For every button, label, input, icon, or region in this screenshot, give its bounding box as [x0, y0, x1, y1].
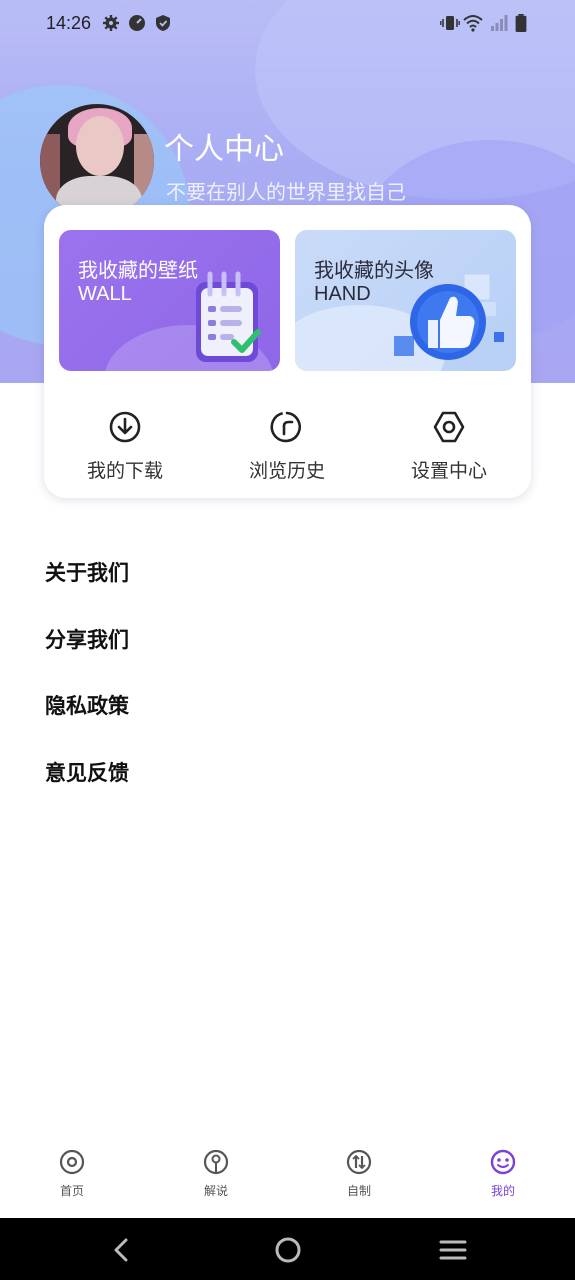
bottom-tab-bar: 首页 解说 自制 我的 — [0, 1134, 575, 1218]
tile-subtitle: WALL — [78, 283, 132, 305]
shield-icon — [156, 15, 170, 31]
create-icon — [346, 1149, 372, 1175]
system-navigation-bar — [0, 1218, 575, 1280]
feedback-item[interactable]: 意见反馈 — [45, 755, 129, 822]
wallpaper-collection-tile[interactable]: 我收藏的壁纸 WALL — [59, 230, 280, 371]
quick-action-label: 浏览历史 — [248, 460, 325, 482]
status-time: 14:26 — [46, 13, 92, 33]
about-us-item[interactable]: 关于我们 — [45, 555, 129, 622]
history-icon — [270, 411, 302, 443]
wifi-icon — [463, 15, 483, 32]
quick-action-label: 设置中心 — [410, 460, 487, 482]
tab-label: 我的 — [490, 1184, 515, 1198]
home-icon[interactable] — [273, 1235, 303, 1265]
home-disc-icon — [59, 1149, 85, 1175]
smiley-icon — [490, 1149, 516, 1175]
tab-label: 自制 — [346, 1184, 371, 1198]
thumbs-up-icon — [394, 273, 504, 360]
avatar-collection-tile[interactable]: 我收藏的头像 HAND — [295, 230, 516, 371]
profile-subtitle: 不要在别人的世界里找自己 — [166, 180, 406, 204]
browse-history-button[interactable]: 浏览历史 — [217, 410, 357, 483]
privacy-policy-item[interactable]: 隐私政策 — [45, 688, 129, 755]
settings-list: 关于我们 分享我们 隐私政策 意见反馈 — [45, 555, 129, 821]
my-downloads-button[interactable]: 我的下载 — [55, 410, 195, 483]
download-icon — [109, 411, 141, 443]
page-title: 个人中心 — [164, 132, 284, 167]
recents-icon[interactable] — [438, 1235, 468, 1265]
signal-icon — [491, 15, 508, 31]
location-icon — [203, 1149, 229, 1175]
clock-icon — [129, 15, 145, 31]
tab-label: 首页 — [59, 1184, 84, 1198]
notepad-icon — [196, 271, 261, 362]
battery-icon — [515, 14, 527, 32]
tab-commentary[interactable]: 解说 — [176, 1148, 256, 1199]
settings-icon — [433, 411, 465, 443]
collections-card: 我收藏的壁纸 WALL 我收藏的头像 HAND 我的下载 浏览历史 设置中心 — [44, 205, 531, 498]
tab-label: 解说 — [203, 1184, 228, 1198]
back-icon[interactable] — [107, 1235, 137, 1265]
tab-mine[interactable]: 我的 — [463, 1148, 543, 1199]
tile-subtitle: HAND — [314, 283, 371, 305]
tab-create[interactable]: 自制 — [319, 1148, 399, 1199]
tile-title: 我收藏的壁纸 — [78, 258, 198, 282]
avatar[interactable] — [40, 104, 154, 218]
vibrate-icon — [440, 16, 460, 30]
tab-home[interactable]: 首页 — [32, 1148, 112, 1199]
status-bar: 14:26 — [0, 0, 575, 48]
share-us-item[interactable]: 分享我们 — [45, 622, 129, 689]
quick-action-label: 我的下载 — [86, 460, 163, 482]
settings-center-button[interactable]: 设置中心 — [379, 410, 519, 483]
gear-icon — [103, 15, 119, 31]
